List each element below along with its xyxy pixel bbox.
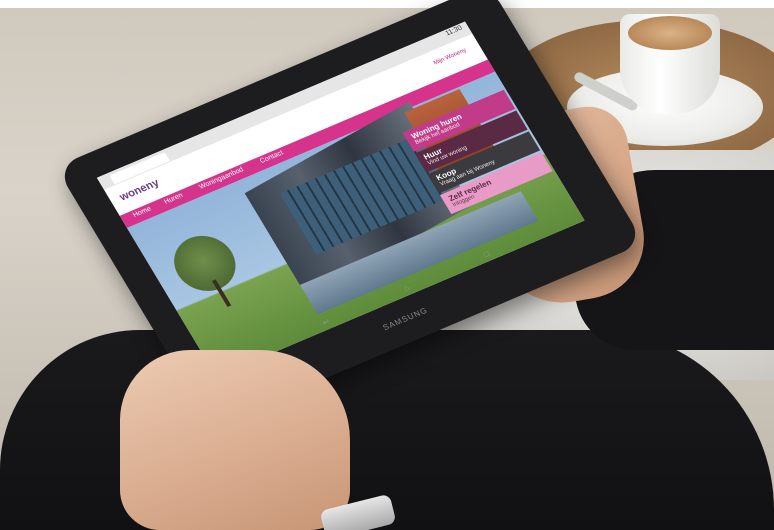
photo-scene: 11:30 woneny Mijn Woneny Home Huren Woni… xyxy=(0,0,774,530)
left-hand xyxy=(120,350,350,530)
top-white-strip xyxy=(0,0,774,8)
status-time: 11:30 xyxy=(444,24,464,38)
home-icon[interactable]: ⌂ xyxy=(402,283,412,294)
coffee xyxy=(628,16,712,50)
device-brand: SAMSUNG xyxy=(381,305,430,333)
